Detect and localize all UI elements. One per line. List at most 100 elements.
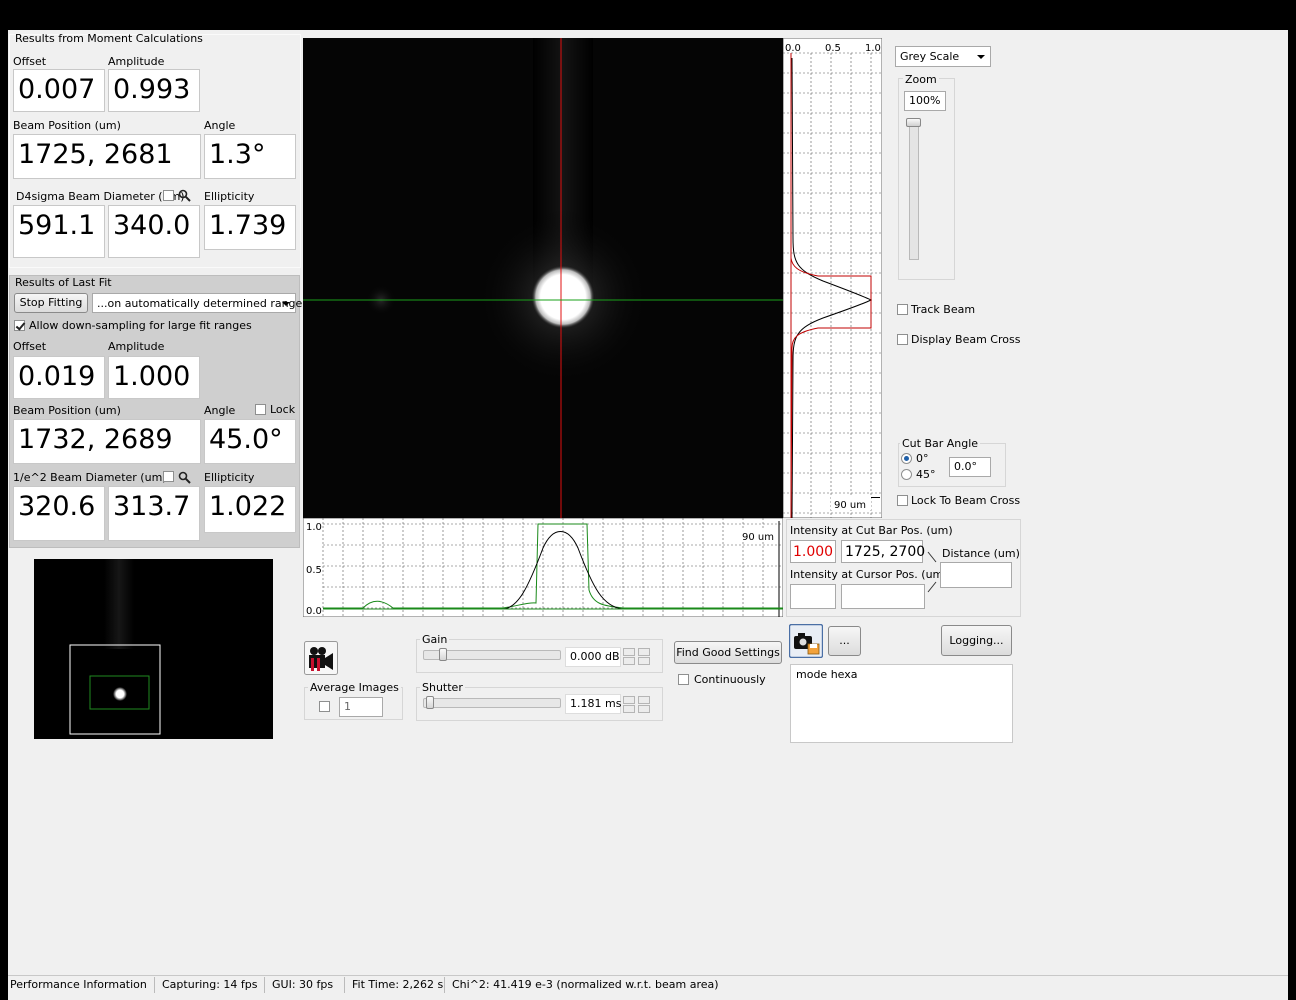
zoom-slider-track	[909, 120, 919, 260]
status-divider	[344, 977, 345, 993]
moment-beam-pos-label: Beam Position (um)	[13, 119, 121, 132]
track-beam-label: Track Beam	[911, 303, 976, 316]
fit-amplitude-label: Amplitude	[108, 340, 165, 353]
fit-diameter-checkbox[interactable]	[163, 471, 174, 482]
moment-angle-value: 1.3°	[204, 134, 296, 179]
hprofile-scale: 90 um	[742, 532, 774, 543]
shutter-label: Shutter	[420, 681, 465, 694]
intensity-cut-value: 1.000	[790, 540, 836, 563]
fit-ellipticity-label: Ellipticity	[204, 471, 255, 484]
overview-thumbnail[interactable]	[34, 559, 273, 739]
record-icon[interactable]	[304, 641, 338, 675]
log-textarea[interactable]: mode hexa	[790, 664, 1013, 743]
vprofile-scale: 90 um	[834, 500, 866, 511]
fit-angle-label: Angle	[204, 404, 236, 417]
find-good-settings-button[interactable]: Find Good Settings	[674, 641, 782, 664]
shutter-spin-up-2[interactable]	[638, 696, 650, 704]
cut-angle-label: Cut Bar Angle	[900, 437, 981, 450]
zoom-slider-thumb[interactable]	[906, 118, 921, 127]
shutter-input[interactable]: 1.181 ms	[565, 694, 621, 714]
horizontal-profile-plot[interactable]: 1.0 0.5 0.0 90 um	[303, 518, 783, 617]
status-gui: GUI: 30 fps	[272, 978, 334, 991]
fit-title: Results of Last Fit	[15, 276, 112, 289]
intensity-cut-label: Intensity at Cut Bar Pos. (um)	[790, 524, 953, 537]
gain-spin-down-2[interactable]	[638, 657, 650, 665]
intensity-cut-position: 1725, 2700	[841, 540, 925, 563]
shutter-slider[interactable]	[423, 696, 563, 711]
angle-0-label: 0°	[916, 452, 929, 465]
downsample-checkbox[interactable]	[14, 320, 25, 331]
magnifier-icon[interactable]	[178, 471, 191, 484]
gain-spin-down[interactable]	[623, 657, 635, 665]
gain-spin-up-2[interactable]	[638, 648, 650, 656]
logging-button[interactable]: Logging...	[941, 625, 1012, 656]
shutter-slider-thumb[interactable]	[425, 696, 434, 709]
distance-value	[940, 562, 1012, 588]
average-input[interactable]: 1	[339, 697, 383, 717]
fit-ellipticity-value: 1.022	[204, 486, 296, 533]
zoom-input[interactable]: 100%	[904, 91, 946, 111]
moment-amplitude-label: Amplitude	[108, 55, 165, 68]
angle-45-radio[interactable]	[901, 469, 912, 480]
fit-lock-label: Lock	[270, 403, 296, 416]
vprofile-tick-0: 0.0	[785, 43, 801, 54]
zoom-label: Zoom	[903, 73, 939, 86]
more-button[interactable]: ...	[828, 626, 861, 656]
colormap-select[interactable]: Grey Scale	[895, 46, 991, 67]
status-chi: Chi^2: 41.419 e-3 (normalized w.r.t. bea…	[452, 978, 719, 991]
moment-diameter-label: D4sigma Beam Diameter (um)	[16, 190, 185, 203]
fit-lock-checkbox[interactable]	[255, 404, 266, 415]
camera-save-icon[interactable]	[789, 624, 823, 658]
track-beam-checkbox[interactable]	[897, 304, 908, 315]
status-divider	[444, 977, 445, 993]
gain-input[interactable]: 0.000 dB	[565, 647, 621, 667]
average-checkbox[interactable]	[319, 701, 330, 712]
status-divider	[264, 977, 265, 993]
moment-angle-label: Angle	[204, 119, 236, 132]
status-fit-time: Fit Time: 2,262 s	[352, 978, 444, 991]
chevron-down-icon	[282, 302, 290, 306]
fit-angle-value: 45.0°	[204, 419, 296, 464]
colormap-value: Grey Scale	[900, 50, 960, 63]
distance-bracket	[927, 551, 937, 593]
gain-spin-up[interactable]	[623, 648, 635, 656]
gain-label: Gain	[420, 633, 450, 646]
vertical-profile-plot[interactable]: 0.0 0.5 1.0 90 um	[783, 38, 882, 518]
hprofile-tick-05: 0.5	[306, 565, 322, 576]
fit-range-select[interactable]: ...on automatically determined range	[92, 293, 302, 313]
shutter-spin-down-2[interactable]	[638, 705, 650, 713]
fit-beam-pos-label: Beam Position (um)	[13, 404, 121, 417]
angle-0-radio[interactable]	[901, 453, 912, 464]
continuously-label: Continuously	[694, 673, 766, 686]
fit-diameter-label: 1/e^2 Beam Diameter (um)	[13, 471, 167, 484]
camera-image[interactable]	[303, 38, 783, 518]
average-label: Average Images	[308, 681, 401, 694]
stop-fitting-button[interactable]: Stop Fitting	[14, 293, 88, 313]
beam-profiler-window: Results from Moment Calculations Offset …	[8, 30, 1288, 1000]
moment-amplitude-value: 0.993	[108, 69, 200, 112]
zoom-slider[interactable]	[906, 118, 922, 262]
cut-angle-input[interactable]: 0.0°	[949, 457, 991, 477]
fit-offset-label: Offset	[13, 340, 47, 353]
moment-diameter-checkbox[interactable]	[163, 190, 174, 201]
magnifier-icon[interactable]	[178, 189, 191, 202]
hprofile-tick-1: 1.0	[306, 522, 322, 533]
gain-slider[interactable]	[423, 648, 563, 663]
continuously-checkbox[interactable]	[678, 674, 689, 685]
display-cross-label: Display Beam Cross	[911, 333, 1021, 346]
status-performance: Performance Information	[10, 978, 147, 991]
lock-cross-checkbox[interactable]	[897, 495, 908, 506]
fit-offset-value: 0.019	[13, 356, 105, 399]
fit-diam-x-value: 320.6	[13, 486, 105, 541]
hprofile-tick-0: 0.0	[306, 606, 322, 617]
vprofile-tick-05: 0.5	[825, 43, 841, 54]
display-cross-checkbox[interactable]	[897, 334, 908, 345]
gain-slider-thumb[interactable]	[438, 648, 447, 661]
angle-45-label: 45°	[916, 468, 936, 481]
shutter-spin-down[interactable]	[623, 705, 635, 713]
vprofile-tick-1: 1.0	[865, 43, 881, 54]
shutter-spin-up[interactable]	[623, 696, 635, 704]
fit-amplitude-value: 1.000	[108, 356, 200, 399]
intensity-cursor-value	[790, 584, 836, 609]
shutter-slider-track	[423, 698, 561, 708]
